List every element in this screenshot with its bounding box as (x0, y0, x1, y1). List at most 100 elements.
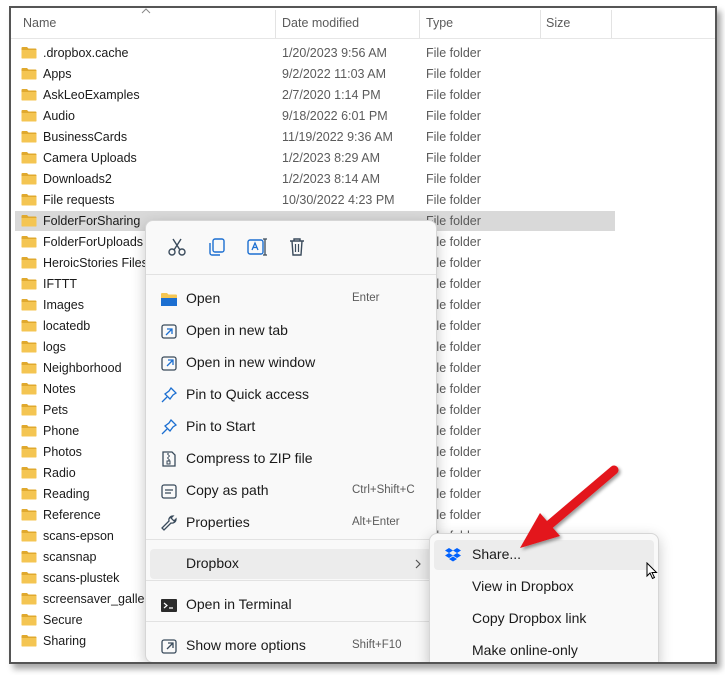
date-modified: 11/19/2022 9:36 AM (282, 130, 393, 144)
submenu-item-view-in-dropbox[interactable]: View in Dropbox (434, 572, 654, 602)
column-divider[interactable] (419, 10, 420, 38)
folder-icon (21, 446, 37, 458)
table-row[interactable]: BusinessCards 11/19/2022 9:36 AM File fold… (15, 127, 615, 147)
date-modified: 9/18/2022 6:01 PM (282, 109, 388, 123)
date-modified: 1/2/2023 8:14 AM (282, 172, 380, 186)
folder-icon (21, 236, 37, 248)
menu-item-open-in-terminal[interactable]: Open in Terminal (150, 590, 432, 620)
folder-open-icon (161, 293, 177, 306)
submenu-item-copy-dropbox-link[interactable]: Copy Dropbox link (434, 604, 654, 634)
pin-icon (161, 386, 178, 403)
folder-icon (21, 47, 37, 59)
menu-item-pin-to-start[interactable]: Pin to Start (150, 412, 432, 442)
file-type: File folder (426, 151, 481, 165)
sort-ascending-icon (141, 8, 151, 14)
table-row[interactable]: .dropbox.cache 1/20/2023 9:56 AM File fold… (15, 43, 615, 63)
file-name: Neighborhood (43, 361, 122, 375)
folder-icon (21, 152, 37, 164)
table-row[interactable]: Camera Uploads 1/2/2023 8:29 AM File folde… (15, 148, 615, 168)
mouse-cursor-icon (646, 562, 658, 580)
new-tab-icon (161, 324, 177, 339)
date-modified: 1/2/2023 8:29 AM (282, 151, 380, 165)
more-options-icon (161, 639, 177, 654)
file-type: File folder (426, 193, 481, 207)
file-type: File folder (426, 46, 481, 60)
menu-item-compress-to-zip-file[interactable]: Compress to ZIP file (150, 444, 432, 474)
folder-icon (21, 173, 37, 185)
file-name: logs (43, 340, 66, 354)
folder-icon (21, 425, 37, 437)
date-modified: 10/30/2022 4:23 PM (282, 193, 395, 207)
menu-item-open-in-new-window[interactable]: Open in new window (150, 348, 432, 378)
scissors-icon[interactable] (165, 235, 189, 259)
menu-separator (146, 274, 436, 275)
submenu-item-label: Make online-only (472, 642, 578, 658)
table-row[interactable]: Downloads2 1/2/2023 8:14 AM File folder (15, 169, 615, 189)
new-window-icon (161, 356, 177, 371)
folder-icon (21, 572, 37, 584)
submenu-item-share[interactable]: Share... (434, 540, 654, 570)
column-header-name[interactable]: Name (23, 16, 56, 30)
menu-item-label: Copy as path (186, 482, 269, 498)
folder-icon (21, 362, 37, 374)
menu-item-label: Show more options (186, 637, 306, 653)
context-menu: Open Enter Open in new tab Open in new wind… (145, 220, 437, 662)
submenu-item-label: View in Dropbox (472, 578, 574, 594)
file-name: Downloads2 (43, 172, 112, 186)
submenu-item-label: Share... (472, 546, 522, 562)
folder-icon (21, 278, 37, 290)
folder-icon (21, 110, 37, 122)
folder-icon (21, 467, 37, 479)
column-header-size[interactable]: Size (546, 16, 570, 30)
column-divider[interactable] (275, 10, 276, 38)
column-divider[interactable] (611, 10, 612, 38)
file-name: Secure (43, 613, 83, 627)
column-header-bar: Name Date modified Type Size (11, 8, 715, 39)
folder-icon (21, 341, 37, 353)
file-name: Pets (43, 403, 69, 417)
menu-item-copy-as-path[interactable]: Copy as path Ctrl+Shift+C (150, 476, 432, 506)
column-header-type[interactable]: Type (426, 16, 453, 30)
file-name: scans-epson (43, 529, 114, 543)
file-name: Photos (43, 445, 82, 459)
column-header-date[interactable]: Date modified (282, 16, 359, 30)
column-divider[interactable] (540, 10, 541, 38)
folder-icon (21, 257, 37, 269)
file-name: File requests (43, 193, 115, 207)
menu-item-show-more-options[interactable]: Show more options Shift+F10 (150, 631, 432, 661)
file-name: Reading (43, 487, 90, 501)
menu-item-label: Compress to ZIP file (186, 450, 313, 466)
folder-icon (21, 383, 37, 395)
folder-icon (21, 194, 37, 206)
table-row[interactable]: Audio 9/18/2022 6:01 PM File folder (15, 106, 615, 126)
file-name: Camera Uploads (43, 151, 137, 165)
menu-item-properties[interactable]: Properties Alt+Enter (150, 508, 432, 538)
folder-icon (21, 488, 37, 500)
file-explorer-window: Name Date modified Type Size .dropbox.ca… (9, 6, 717, 664)
date-modified: 1/20/2023 9:56 AM (282, 46, 387, 60)
menu-item-dropbox[interactable]: Dropbox (150, 549, 432, 579)
menu-item-label: Pin to Quick access (186, 386, 309, 402)
trash-icon[interactable] (285, 235, 309, 259)
file-name: AskLeoExamples (43, 88, 140, 102)
file-name: BusinessCards (43, 130, 128, 144)
rename-icon[interactable] (245, 235, 269, 259)
menu-item-open[interactable]: Open Enter (150, 284, 432, 314)
file-name: screensaver_gallery (43, 592, 155, 606)
menu-item-shortcut: Ctrl+Shift+C (352, 484, 415, 496)
file-name: .dropbox.cache (43, 46, 129, 60)
wrench-icon (161, 515, 177, 531)
folder-icon (21, 404, 37, 416)
pin-start-icon (161, 418, 178, 435)
copy-icon[interactable] (205, 235, 229, 259)
file-type: File folder (426, 67, 481, 81)
menu-item-pin-to-quick-access[interactable]: Pin to Quick access (150, 380, 432, 410)
table-row[interactable]: Apps 9/2/2022 11:03 AM File folder (15, 64, 615, 84)
table-row[interactable]: File requests 10/30/2022 4:23 PM File fold… (15, 190, 615, 210)
submenu-item-make-online-only[interactable]: Make online-only (434, 636, 654, 662)
menu-item-open-in-new-tab[interactable]: Open in new tab (150, 316, 432, 346)
table-row[interactable]: AskLeoExamples 2/7/2020 1:14 PM File folde… (15, 85, 615, 105)
menu-item-label: Properties (186, 514, 250, 530)
file-name: Images (43, 298, 84, 312)
folder-icon (21, 299, 37, 311)
